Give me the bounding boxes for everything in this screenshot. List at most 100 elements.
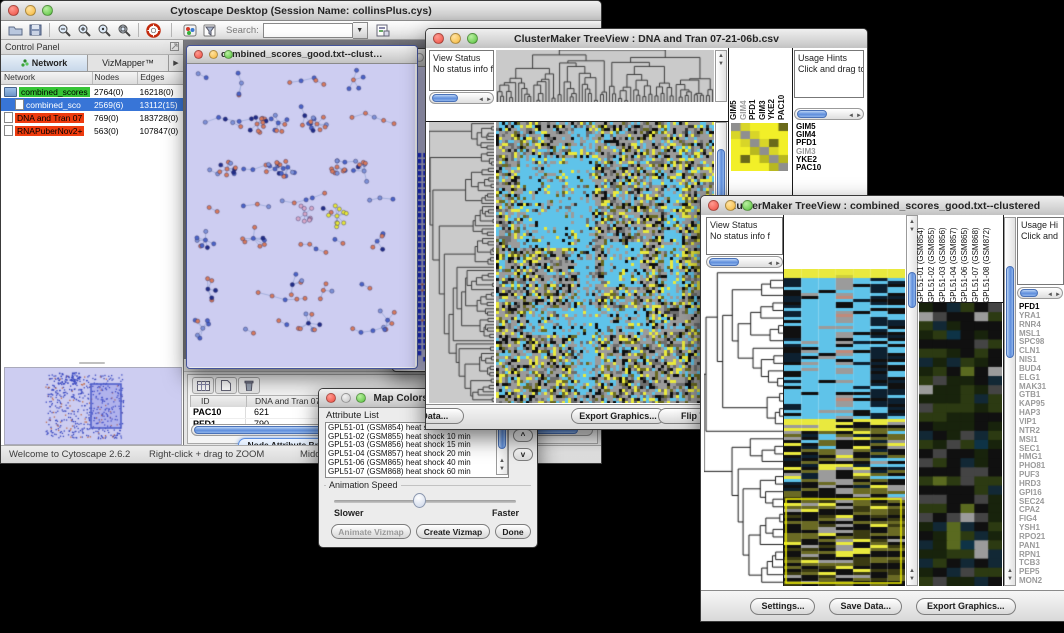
- scroll-down-arrow[interactable]: ▼: [716, 60, 726, 68]
- vizmapper-icon[interactable]: [180, 22, 200, 39]
- float-panel-icon[interactable]: [170, 38, 179, 56]
- viewstatus-hscrollbar[interactable]: ◄ ►: [706, 256, 783, 268]
- column-label[interactable]: GPL51-03 (GSM856): [938, 227, 947, 303]
- column-label[interactable]: GIM5: [729, 100, 738, 120]
- tv2-button-save-data[interactable]: Save Data...: [829, 598, 902, 615]
- scroll-left-arrow[interactable]: ◄: [478, 95, 484, 105]
- minimize-button[interactable]: [25, 5, 36, 16]
- usagehints-hscrollbar[interactable]: ◄ ►: [1017, 287, 1063, 299]
- scroll-up-arrow[interactable]: ▲: [497, 457, 507, 465]
- close-button[interactable]: [326, 393, 336, 403]
- tab-network[interactable]: Network: [1, 55, 88, 71]
- tab-vizmapper[interactable]: VizMapper™: [88, 55, 169, 71]
- vthumb[interactable]: [908, 272, 916, 308]
- zoom-heatmap-canvas[interactable]: [919, 303, 1002, 586]
- zoom-out-icon[interactable]: [54, 22, 74, 39]
- tv1-button-save-data[interactable]: Save Data...: [425, 408, 464, 424]
- gene-label[interactable]: MON2: [1017, 577, 1063, 586]
- zoom-actual-icon[interactable]: [94, 22, 114, 39]
- scroll-up-arrow2[interactable]: ▲: [907, 567, 917, 575]
- select-attributes-icon[interactable]: [192, 377, 214, 394]
- column-label[interactable]: GIM4: [739, 100, 748, 120]
- minimize-button[interactable]: [341, 393, 351, 403]
- network-table-row[interactable]: combined_sco2569(6)13112(15): [1, 98, 183, 111]
- row-dendrogram-canvas[interactable]: [429, 122, 494, 403]
- column-label[interactable]: GPL51-01 (GSM854): [916, 227, 925, 303]
- hthumb[interactable]: [432, 94, 458, 102]
- network-table-row[interactable]: combined_scores2764(0)16218(0): [1, 85, 183, 98]
- usagehints-hscrollbar[interactable]: ◄ ►: [794, 108, 864, 120]
- column-dendrogram-canvas[interactable]: [496, 50, 714, 102]
- filter-icon[interactable]: [200, 22, 220, 39]
- minimize-button[interactable]: [450, 33, 461, 44]
- column-label[interactable]: GIM3: [758, 100, 767, 120]
- gene-label[interactable]: PAC10: [794, 164, 864, 172]
- zoom-in-icon[interactable]: [74, 22, 94, 39]
- hthumb[interactable]: [709, 258, 739, 266]
- close-button[interactable]: [8, 5, 19, 16]
- search-dropdown-button[interactable]: ▼: [353, 22, 368, 39]
- column-label[interactable]: GPL51-02 (GSM855): [927, 227, 936, 303]
- zoom-button[interactable]: [224, 50, 233, 59]
- vthumb[interactable]: [1006, 266, 1014, 358]
- column-label[interactable]: GPL51-07 (GSM868): [971, 227, 980, 303]
- scroll-down-arrow[interactable]: ▼: [497, 465, 507, 473]
- animate-vizmap-button[interactable]: Animate Vizmap: [331, 524, 411, 539]
- attribute-listbox[interactable]: GPL51-01 (GSM854) heat shock 05 minGPL51…: [325, 422, 509, 478]
- scroll-right-arrow[interactable]: ►: [1055, 290, 1061, 300]
- column-label[interactable]: GPL51-04 (GSM857): [949, 227, 958, 303]
- new-attribute-icon[interactable]: [215, 377, 237, 394]
- move-up-button[interactable]: ^: [513, 429, 533, 442]
- speed-slider-thumb[interactable]: [413, 493, 426, 508]
- scroll-left-arrow[interactable]: ◄: [767, 259, 773, 269]
- scroll-up-arrow[interactable]: ▲: [907, 218, 917, 226]
- search-input[interactable]: [263, 23, 353, 38]
- list-vscrollbar[interactable]: ▲ ▼: [496, 423, 508, 475]
- hthumb[interactable]: [797, 110, 827, 118]
- close-button[interactable]: [433, 33, 444, 44]
- close-button[interactable]: [708, 200, 719, 211]
- heatmap-canvas[interactable]: [784, 269, 905, 586]
- scroll-down-arrow[interactable]: ▼: [1005, 575, 1015, 583]
- save-icon[interactable]: [25, 22, 45, 39]
- report-icon[interactable]: [373, 22, 393, 39]
- tv2-button-settings[interactable]: Settings...: [750, 598, 815, 615]
- minimize-button[interactable]: [725, 200, 736, 211]
- network-view-canvas[interactable]: [187, 64, 415, 367]
- heatmap-canvas[interactable]: [496, 122, 714, 403]
- scroll-up-arrow[interactable]: ▲: [1005, 567, 1015, 575]
- row-dendrogram-canvas[interactable]: [704, 269, 783, 586]
- panel-divider[interactable]: [1, 360, 183, 366]
- network-overview-panel[interactable]: [4, 367, 182, 445]
- scroll-right-arrow[interactable]: ►: [486, 95, 492, 105]
- zoom-button[interactable]: [467, 33, 478, 44]
- minimize-button[interactable]: [209, 50, 218, 59]
- close-button[interactable]: [194, 50, 203, 59]
- zoom-button[interactable]: [356, 393, 366, 403]
- zoom-button[interactable]: [42, 5, 53, 16]
- delete-attribute-icon[interactable]: [238, 377, 260, 394]
- hthumb[interactable]: [1020, 289, 1038, 297]
- zoom-heatmap-canvas[interactable]: [731, 123, 788, 171]
- tv2-gene-vscrollbar[interactable]: ▲ ▼: [1004, 217, 1016, 586]
- scroll-right-arrow[interactable]: ►: [856, 111, 862, 121]
- scroll-down-arrow2[interactable]: ▼: [907, 575, 917, 583]
- network-table-row[interactable]: RNAPuberNov2+563(0)107847(0): [1, 124, 183, 137]
- tv2-button-export-graphics[interactable]: Export Graphics...: [916, 598, 1016, 615]
- scroll-right-arrow[interactable]: ►: [775, 259, 781, 269]
- scroll-up-arrow[interactable]: ▲: [716, 52, 726, 60]
- network-overview-canvas[interactable]: [5, 368, 179, 442]
- zoom-fit-icon[interactable]: [114, 22, 134, 39]
- column-label[interactable]: PAC10: [777, 95, 786, 120]
- help-lifesaver-icon[interactable]: [143, 22, 163, 39]
- column-label[interactable]: PFD1: [748, 100, 757, 120]
- open-file-icon[interactable]: [5, 22, 25, 39]
- column-label[interactable]: YKE2: [767, 99, 776, 120]
- done-button[interactable]: Done: [495, 524, 531, 539]
- network-table-row[interactable]: DNA and Tran 07769(0)183728(0): [1, 111, 183, 124]
- zoom-button[interactable]: [742, 200, 753, 211]
- column-label[interactable]: GPL51-06 (GSM865): [960, 227, 969, 303]
- create-vizmap-button[interactable]: Create Vizmap: [416, 524, 490, 539]
- move-down-button[interactable]: v: [513, 448, 533, 461]
- scroll-left-arrow[interactable]: ◄: [848, 111, 854, 121]
